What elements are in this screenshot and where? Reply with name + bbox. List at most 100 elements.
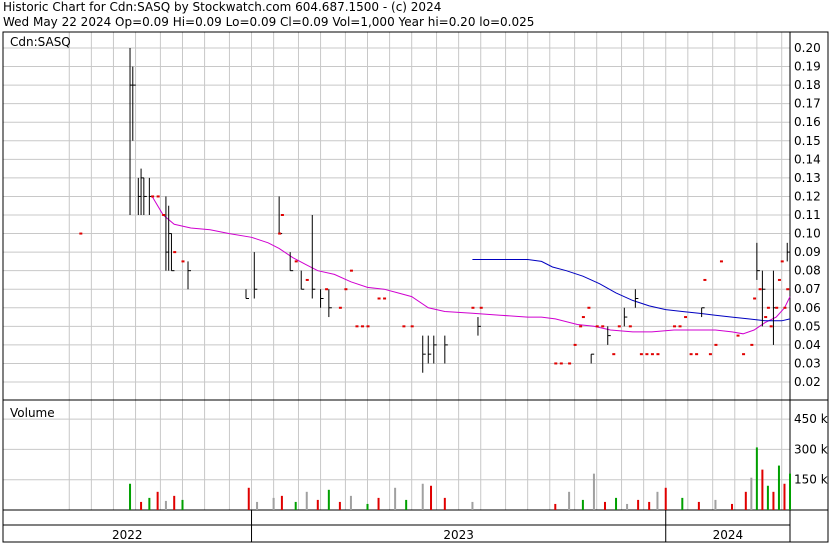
volume-bar: [156, 491, 159, 510]
price-dot: [349, 269, 353, 272]
volume-bar: [272, 497, 275, 510]
price-bar: [634, 289, 639, 308]
volume-bar: [761, 469, 764, 510]
volume-bar: [316, 499, 319, 510]
price-tick-label: 0.18: [794, 78, 821, 92]
price-dot: [377, 297, 381, 300]
volume-bar: [471, 501, 474, 510]
price-dot: [736, 334, 740, 337]
stock-chart: Cdn:SASQ Volume 0.20 0.19 0.18 0.17 0.16 0.15…: [2, 31, 829, 543]
price-dot: [708, 353, 712, 356]
year-label: 2024: [713, 528, 744, 542]
price-bar: [245, 289, 250, 299]
volume-tick-label: 450 k: [794, 412, 828, 426]
price-dot: [684, 316, 688, 319]
price-dot: [360, 325, 364, 328]
price-dot: [719, 260, 723, 263]
volume-bar: [581, 499, 584, 510]
price-dot: [775, 306, 779, 309]
price-panel-title: Cdn:SASQ: [10, 35, 71, 49]
price-dot: [612, 353, 616, 356]
price-dot: [742, 353, 746, 356]
price-dot: [559, 362, 563, 365]
volume-tick-label: 300 k: [794, 442, 828, 456]
price-dot: [601, 325, 605, 328]
price-bar: [143, 177, 147, 215]
price-dot: [639, 353, 643, 356]
volume-bar: [568, 491, 571, 510]
moving-average-long: [472, 259, 791, 322]
price-dot: [678, 325, 682, 328]
price-tick-label: 0.15: [794, 134, 821, 148]
price-dot: [366, 325, 370, 328]
price-dot: [703, 278, 707, 281]
volume-bar: [554, 503, 557, 510]
price-dot: [764, 316, 768, 319]
price-bar: [328, 289, 332, 318]
volume-bar: [256, 501, 259, 510]
price-dot: [769, 325, 773, 328]
price-dot: [151, 195, 155, 198]
price-bar: [427, 335, 432, 364]
volume-bar: [327, 489, 330, 510]
price-bar: [311, 215, 316, 299]
volume-bar: [377, 497, 380, 510]
price-dot: [79, 232, 83, 235]
volume-bar: [755, 447, 758, 510]
price-tick-label: 0.04: [794, 338, 821, 352]
volume-bar: [656, 491, 659, 510]
volume-bar: [603, 501, 606, 510]
price-dot: [156, 195, 160, 198]
price-bar: [701, 307, 705, 318]
price-tick-label: 0.17: [794, 97, 821, 111]
year-label: 2022: [112, 528, 143, 542]
price-bar: [320, 289, 324, 308]
volume-bar: [750, 477, 753, 510]
price-bar: [623, 307, 628, 327]
price-tick-label: 0.12: [794, 189, 821, 203]
price-dot: [471, 306, 475, 309]
price-dot: [587, 306, 591, 309]
volume-bar: [766, 485, 769, 510]
price-dot: [758, 288, 762, 291]
price-dot: [305, 278, 309, 281]
volume-bar: [280, 495, 283, 510]
price-tick-label: 0.13: [794, 171, 821, 185]
price-dot: [581, 316, 585, 319]
price-tick-label: 0.19: [794, 60, 821, 74]
price-dot: [766, 306, 770, 309]
volume-panel-title: Volume: [10, 406, 55, 420]
price-dot: [355, 325, 359, 328]
volume-bar: [592, 473, 595, 510]
price-dot: [344, 288, 348, 291]
price-dot: [568, 362, 572, 365]
volume-bar: [772, 491, 775, 510]
price-dot: [280, 214, 284, 216]
price-tick-label: 0.20: [794, 41, 821, 55]
price-dot: [383, 297, 387, 300]
volume-axis-labels: 450 k 300 k 150 k: [794, 412, 828, 487]
price-dot: [278, 232, 282, 235]
price-tick-label: 0.11: [794, 208, 821, 222]
price-dot: [162, 214, 166, 216]
volume-bar: [731, 503, 734, 510]
volume-bar: [338, 501, 341, 510]
volume-bar: [421, 483, 424, 510]
volume-bar: [173, 495, 176, 510]
price-tick-label: 0.06: [794, 301, 821, 315]
price-dot: [338, 306, 342, 309]
volume-bar: [366, 503, 369, 510]
volume-bar: [648, 501, 651, 510]
price-dot: [402, 325, 406, 328]
price-dot: [786, 288, 790, 291]
price-bar: [187, 261, 192, 290]
moving-averages: [151, 196, 791, 335]
year-label: 2023: [443, 528, 474, 542]
price-bar: [253, 252, 258, 299]
volume-bar: [140, 501, 143, 510]
volume-bar: [681, 497, 684, 510]
chart-frame: [2, 31, 829, 543]
price-dot: [656, 353, 660, 356]
volume-bar: [181, 499, 184, 510]
price-dot: [479, 306, 483, 309]
